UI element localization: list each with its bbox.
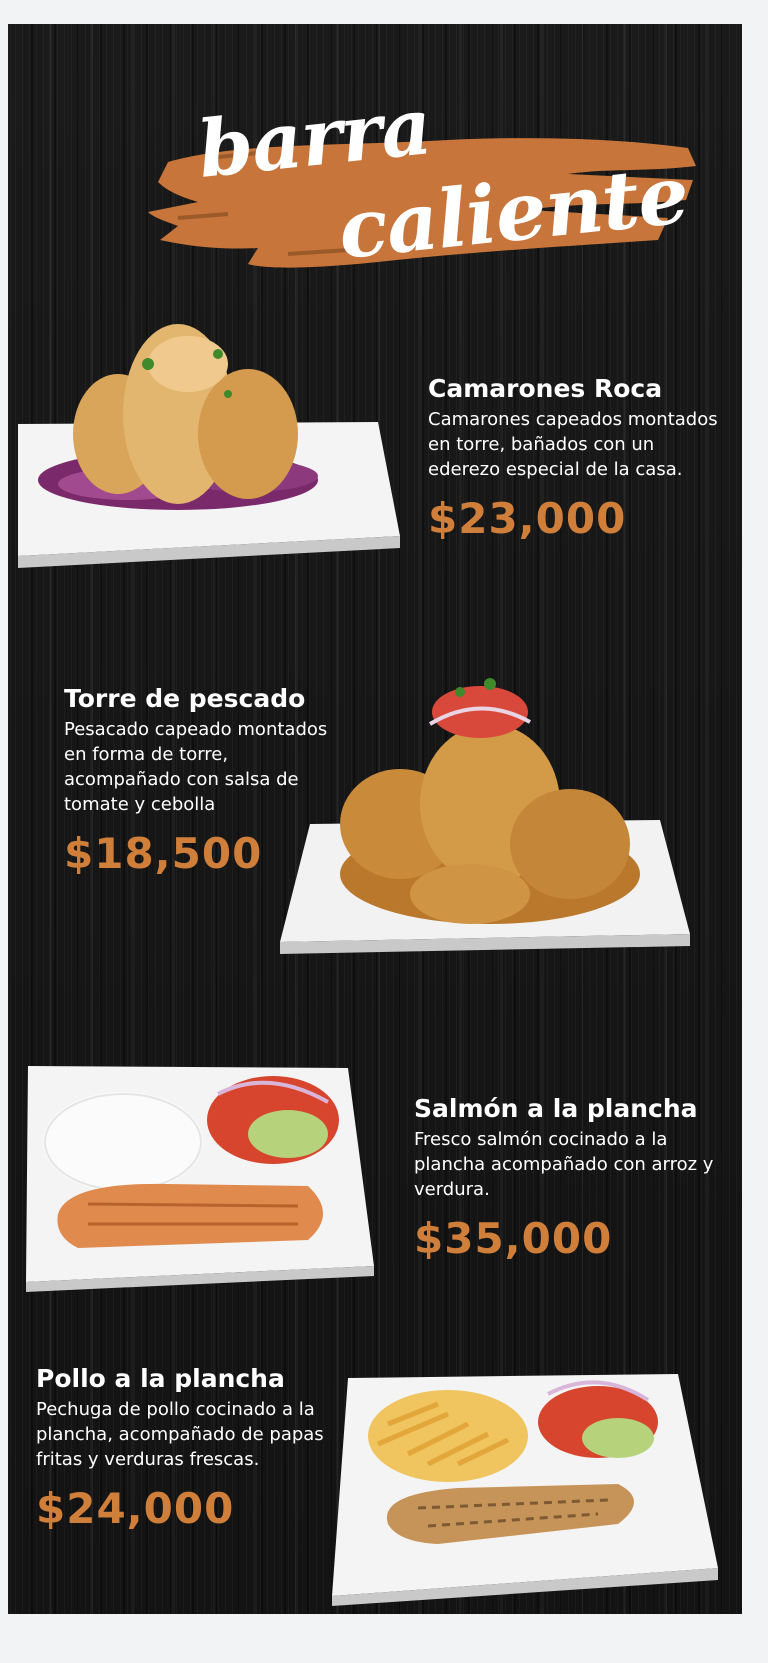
item-name: Pollo a la plancha xyxy=(36,1364,285,1393)
salmon-a-la-plancha-image xyxy=(26,1066,374,1292)
camarones-roca-info: Camarones Roca Camarones capeados montad… xyxy=(428,374,728,543)
camarones-roca-image xyxy=(18,324,400,568)
item-name: Camarones Roca xyxy=(428,374,663,403)
pollo-a-la-plancha-image xyxy=(332,1374,718,1606)
item-name: Salmón a la plancha xyxy=(414,1094,698,1123)
item-description: Pechuga de pollo cocinado a la plancha, … xyxy=(36,1399,324,1470)
dish-torre-de-pescado: Torre de pescado Pesacado capeado montad… xyxy=(8,664,742,984)
menu-board: barra caliente Camarones Roca Camarones … xyxy=(8,24,742,1614)
item-price: $23,000 xyxy=(428,494,627,543)
dish-pollo-a-la-plancha: Pollo a la plancha Pechuga de pollo coci… xyxy=(8,1344,742,1614)
pollo-a-la-plancha-info: Pollo a la plancha Pechuga de pollo coci… xyxy=(36,1364,336,1533)
item-description: Fresco salmón cocinado a la plancha acom… xyxy=(414,1129,714,1200)
dish-camarones-roca: Camarones Roca Camarones capeados montad… xyxy=(8,304,742,604)
salmon-a-la-plancha-info: Salmón a la plancha Fresco salmón cocina… xyxy=(414,1094,724,1263)
item-price: $35,000 xyxy=(414,1214,613,1263)
title-line-1: barra xyxy=(193,81,435,196)
menu-title: barra caliente xyxy=(148,81,708,284)
torre-de-pescado-image xyxy=(280,678,690,954)
item-price: $24,000 xyxy=(36,1484,235,1533)
item-description: Camarones capeados montados en torre, ba… xyxy=(428,409,718,480)
dish-salmon-a-la-plancha: Salmón a la plancha Fresco salmón cocina… xyxy=(8,1054,742,1334)
